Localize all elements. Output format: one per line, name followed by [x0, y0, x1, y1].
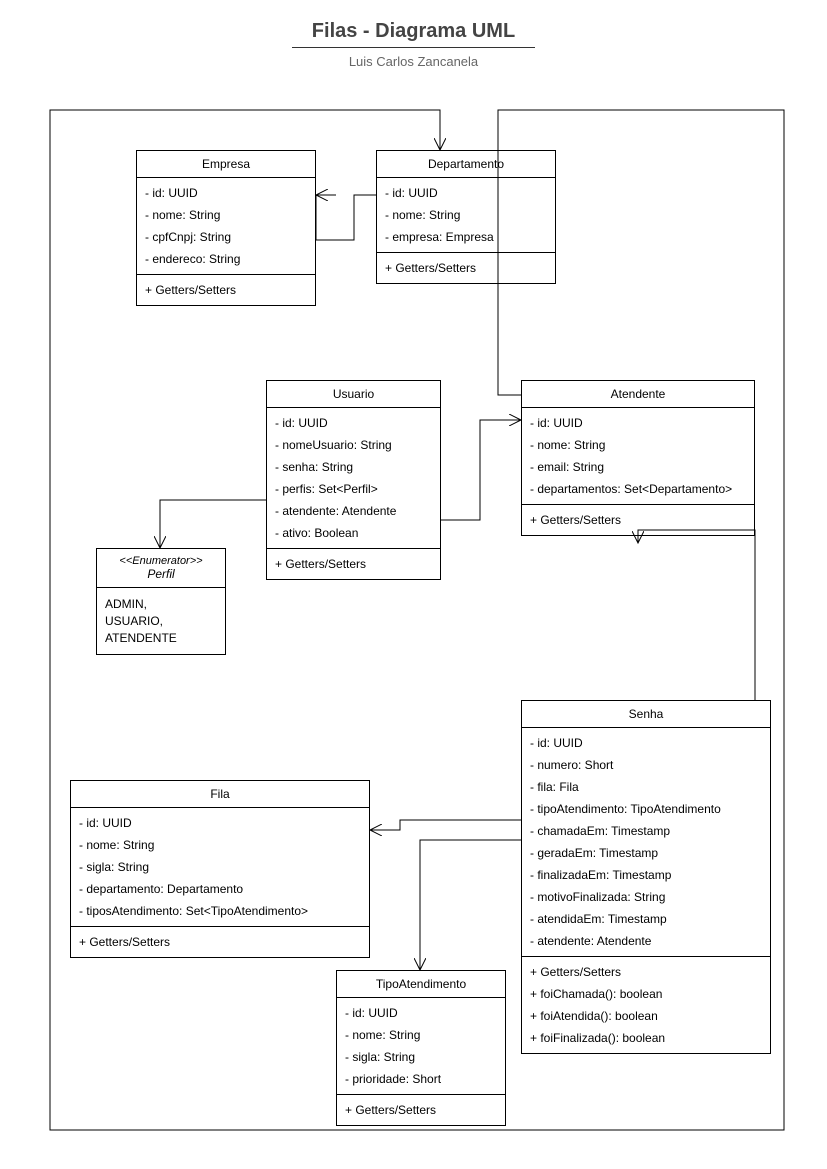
- attr: - nome: String: [345, 1024, 497, 1046]
- class-attributes: - id: UUID - nome: String - empresa: Emp…: [377, 178, 555, 253]
- class-operations: + Getters/Setters: [71, 927, 369, 957]
- class-attributes: - id: UUID - nome: String - email: Strin…: [522, 408, 754, 505]
- op: + Getters/Setters: [79, 931, 361, 953]
- attr: - departamento: Departamento: [79, 878, 361, 900]
- attr: - finalizadaEm: Timestamp: [530, 864, 762, 886]
- class-perfil: <<Enumerator>> Perfil ADMIN, USUARIO, AT…: [96, 548, 226, 655]
- attr: - nome: String: [79, 834, 361, 856]
- op: + Getters/Setters: [530, 509, 746, 531]
- op: + Getters/Setters: [530, 961, 762, 983]
- class-operations: + Getters/Setters: [337, 1095, 505, 1125]
- class-operations: + Getters/Setters: [377, 253, 555, 283]
- attr: - nome: String: [145, 204, 307, 226]
- enum-literals: ADMIN, USUARIO, ATENDENTE: [97, 588, 225, 654]
- attr: - email: String: [530, 456, 746, 478]
- op: + foiChamada(): boolean: [530, 983, 762, 1005]
- attr: - perfis: Set<Perfil>: [275, 478, 432, 500]
- class-name: Usuario: [333, 387, 374, 401]
- attr: - fila: Fila: [530, 776, 762, 798]
- op: + Getters/Setters: [385, 257, 547, 279]
- attr: - ativo: Boolean: [275, 522, 432, 544]
- class-operations: + Getters/Setters: [522, 505, 754, 535]
- class-atendente: Atendente - id: UUID - nome: String - em…: [521, 380, 755, 536]
- op: + Getters/Setters: [145, 279, 307, 301]
- class-operations: + Getters/Setters: [137, 275, 315, 305]
- op: + foiAtendida(): boolean: [530, 1005, 762, 1027]
- attr: - sigla: String: [79, 856, 361, 878]
- class-head: <<Enumerator>> Perfil: [97, 549, 225, 588]
- class-tipoatendimento: TipoAtendimento - id: UUID - nome: Strin…: [336, 970, 506, 1126]
- attr: - senha: String: [275, 456, 432, 478]
- attr: - tiposAtendimento: Set<TipoAtendimento>: [79, 900, 361, 922]
- header-block: Filas - Diagrama UML Luis Carlos Zancane…: [0, 0, 827, 69]
- attr: - departamentos: Set<Departamento>: [530, 478, 746, 500]
- attr: - nome: String: [385, 204, 547, 226]
- attr: - chamadaEm: Timestamp: [530, 820, 762, 842]
- stereotype: <<Enumerator>>: [107, 555, 215, 567]
- attr: - endereco: String: [145, 248, 307, 270]
- attr: - id: UUID: [79, 812, 361, 834]
- class-empresa: Empresa - id: UUID - nome: String - cpfC…: [136, 150, 316, 306]
- page-title: Filas - Diagrama UML: [292, 20, 535, 48]
- attr: - atendente: Atendente: [530, 930, 762, 952]
- class-usuario: Usuario - id: UUID - nomeUsuario: String…: [266, 380, 441, 580]
- attr: - nomeUsuario: String: [275, 434, 432, 456]
- attr: - id: UUID: [530, 412, 746, 434]
- class-name: Fila: [210, 787, 229, 801]
- attr: - id: UUID: [345, 1002, 497, 1024]
- op: + Getters/Setters: [345, 1099, 497, 1121]
- class-operations: + Getters/Setters + foiChamada(): boolea…: [522, 957, 770, 1053]
- attr: - nome: String: [530, 434, 746, 456]
- class-name: Perfil: [107, 567, 215, 581]
- literals: ADMIN, USUARIO, ATENDENTE: [105, 592, 217, 650]
- class-departamento: Departamento - id: UUID - nome: String -…: [376, 150, 556, 284]
- class-attributes: - id: UUID - nome: String - cpfCnpj: Str…: [137, 178, 315, 275]
- attr: - id: UUID: [385, 182, 547, 204]
- attr: - geradaEm: Timestamp: [530, 842, 762, 864]
- attr: - tipoAtendimento: TipoAtendimento: [530, 798, 762, 820]
- class-operations: + Getters/Setters: [267, 549, 440, 579]
- attr: - id: UUID: [275, 412, 432, 434]
- class-name: Senha: [629, 707, 664, 721]
- class-attributes: - id: UUID - nomeUsuario: String - senha…: [267, 408, 440, 549]
- class-fila: Fila - id: UUID - nome: String - sigla: …: [70, 780, 370, 958]
- class-name: Atendente: [611, 387, 666, 401]
- page-author: Luis Carlos Zancanela: [0, 54, 827, 69]
- attr: - sigla: String: [345, 1046, 497, 1068]
- attr: - id: UUID: [145, 182, 307, 204]
- attr: - empresa: Empresa: [385, 226, 547, 248]
- attr: - atendente: Atendente: [275, 500, 432, 522]
- class-name: TipoAtendimento: [376, 977, 466, 991]
- diagram-page: Filas - Diagrama UML Luis Carlos Zancane…: [0, 0, 827, 1169]
- class-attributes: - id: UUID - nome: String - sigla: Strin…: [337, 998, 505, 1095]
- attr: - atendidaEm: Timestamp: [530, 908, 762, 930]
- attr: - numero: Short: [530, 754, 762, 776]
- class-attributes: - id: UUID - nome: String - sigla: Strin…: [71, 808, 369, 927]
- class-name: Empresa: [202, 157, 250, 171]
- attr: - id: UUID: [530, 732, 762, 754]
- op: + foiFinalizada(): boolean: [530, 1027, 762, 1049]
- class-senha: Senha - id: UUID - numero: Short - fila:…: [521, 700, 771, 1054]
- attr: - cpfCnpj: String: [145, 226, 307, 248]
- class-attributes: - id: UUID - numero: Short - fila: Fila …: [522, 728, 770, 957]
- class-name: Departamento: [428, 157, 504, 171]
- attr: - motivoFinalizada: String: [530, 886, 762, 908]
- op: + Getters/Setters: [275, 553, 432, 575]
- attr: - prioridade: Short: [345, 1068, 497, 1090]
